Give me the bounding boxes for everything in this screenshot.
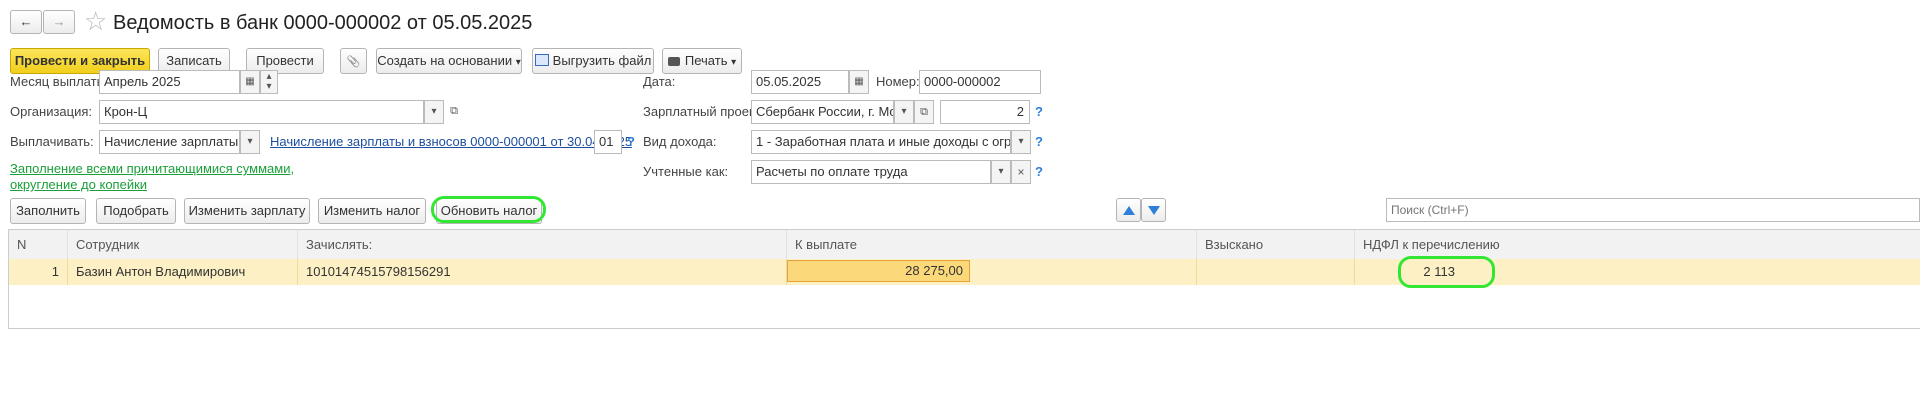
dropdown-arrow-icon: ▾ <box>901 106 907 117</box>
attach-button[interactable]: 📎 <box>340 48 367 74</box>
date-label: Дата: <box>643 74 676 89</box>
organization-field[interactable]: Крон-Ц <box>99 100 424 124</box>
search-input[interactable] <box>1386 198 1920 222</box>
table-row[interactable]: 1 Базин Антон Владимирович 1010147451579… <box>9 259 1920 285</box>
date-calendar-button[interactable]: ▦ <box>849 70 869 94</box>
open-icon: ⧉ <box>920 106 928 118</box>
change-salary-button[interactable]: Изменить зарплату <box>184 198 310 224</box>
calendar-icon: ▦ <box>245 76 255 87</box>
pay-dropdown[interactable]: ▾ <box>240 130 260 154</box>
salary-project-label: Зарплатный проект: <box>643 104 765 119</box>
employees-table: N Сотрудник Зачислять: К выплате Взыскан… <box>8 229 1920 329</box>
date-field[interactable]: 05.05.2025 <box>751 70 849 94</box>
help-icon[interactable]: ? <box>1035 134 1043 150</box>
calendar-button[interactable]: ▦ <box>240 70 260 94</box>
arrow-down-icon <box>1147 206 1160 216</box>
cell-collected <box>1197 259 1355 285</box>
page-title: Ведомость в банк 0000-000002 от 05.05.20… <box>113 12 533 34</box>
ndfl-highlight <box>1398 256 1495 288</box>
salary-project-field[interactable]: Сбербанк России, г. Моск <box>751 100 894 124</box>
table-header: N Сотрудник Зачислять: К выплате Взыскан… <box>9 230 1920 260</box>
column-header-employee[interactable]: Сотрудник <box>68 230 298 259</box>
move-up-button[interactable] <box>1116 198 1141 222</box>
accounted-as-dropdown[interactable]: ▾ <box>991 160 1011 184</box>
month-stepper[interactable]: ▴ ▾ <box>260 70 278 94</box>
dropdown-arrow-icon: ▾ <box>1018 136 1024 147</box>
help-icon[interactable]: ? <box>1035 164 1043 180</box>
arrow-up-icon <box>1122 206 1135 216</box>
print-label: Печать <box>684 53 728 68</box>
forward-button[interactable]: → <box>43 10 75 34</box>
month-label: Месяц выплаты: <box>10 74 110 89</box>
move-down-button[interactable] <box>1141 198 1166 222</box>
fill-settings-link[interactable]: Заполнение всеми причитающимися суммами,… <box>10 161 350 193</box>
cell-to-pay[interactable]: 28 275,00 <box>787 259 1197 285</box>
create-based-on-label: Создать на основании <box>377 53 513 68</box>
cell-n: 1 <box>9 259 68 285</box>
project-count-field[interactable]: 2 <box>940 100 1030 124</box>
column-header-collected[interactable]: Взыскано <box>1197 230 1355 259</box>
export-file-button[interactable]: Выгрузить файл <box>532 48 654 74</box>
printer-icon <box>667 57 680 66</box>
help-icon[interactable]: ? <box>1035 104 1043 120</box>
cell-account: 10101474515798156291 <box>298 259 787 285</box>
accounted-as-clear-button[interactable]: × <box>1011 160 1031 184</box>
cell-employee: Базин Антон Владимирович <box>68 259 298 285</box>
income-type-label: Вид дохода: <box>643 134 717 149</box>
organization-dropdown[interactable]: ▾ <box>424 100 444 124</box>
pay-field[interactable]: Начисление зарплаты <box>99 130 240 154</box>
dropdown-arrow-icon: ▾ <box>515 57 521 68</box>
export-icon <box>534 54 549 66</box>
month-field[interactable]: Апрель 2025 <box>99 70 240 94</box>
to-pay-value[interactable]: 28 275,00 <box>787 260 970 282</box>
income-type-dropdown[interactable]: ▾ <box>1011 130 1031 154</box>
open-icon: ⧉ <box>450 105 458 117</box>
back-button[interactable]: ← <box>10 10 42 34</box>
change-tax-button[interactable]: Изменить налог <box>318 198 426 224</box>
organization-open-button[interactable]: ⧉ <box>444 100 464 124</box>
dropdown-arrow-icon: ▾ <box>998 166 1004 177</box>
back-arrow-icon: ← <box>19 14 33 29</box>
paperclip-icon: 📎 <box>346 56 361 68</box>
accrual-document-link[interactable]: Начисление зарплаты и взносов 0000-00000… <box>270 134 632 150</box>
pick-button[interactable]: Подобрать <box>96 198 176 224</box>
day-field[interactable]: 01 <box>594 130 622 154</box>
pay-label: Выплачивать: <box>10 134 94 149</box>
help-icon[interactable]: ? <box>627 134 635 150</box>
update-tax-highlight <box>431 196 546 223</box>
organization-label: Организация: <box>10 104 93 119</box>
column-header-ndfl[interactable]: НДФЛ к перечислению <box>1355 230 1920 259</box>
favorite-star-icon[interactable]: ☆ <box>84 6 107 36</box>
number-field[interactable]: 0000-000002 <box>919 70 1041 94</box>
column-header-to-pay[interactable]: К выплате <box>787 230 1197 259</box>
fill-button[interactable]: Заполнить <box>10 198 86 224</box>
income-type-field[interactable]: 1 - Заработная плата и иные доходы с огр… <box>751 130 1011 154</box>
salary-project-open-button[interactable]: ⧉ <box>914 100 934 124</box>
dropdown-arrow-icon: ▾ <box>431 106 437 117</box>
spin-down-icon: ▾ <box>266 81 272 92</box>
export-file-label: Выгрузить файл <box>552 53 652 68</box>
column-header-account[interactable]: Зачислять: <box>298 230 787 259</box>
clear-icon: × <box>1017 165 1025 179</box>
number-label: Номер: <box>876 74 920 89</box>
salary-project-dropdown[interactable]: ▾ <box>894 100 914 124</box>
print-button[interactable]: Печать ▾ <box>662 48 742 74</box>
forward-arrow-icon: → <box>52 14 66 29</box>
accounted-as-label: Учтенные как: <box>643 164 729 179</box>
column-header-n[interactable]: N <box>9 230 68 259</box>
calendar-icon: ▦ <box>854 76 864 87</box>
create-based-on-button[interactable]: Создать на основании ▾ <box>376 48 522 74</box>
dropdown-arrow-icon: ▾ <box>247 136 253 147</box>
dropdown-arrow-icon: ▾ <box>731 57 737 68</box>
accounted-as-field[interactable]: Расчеты по оплате труда <box>751 160 991 184</box>
